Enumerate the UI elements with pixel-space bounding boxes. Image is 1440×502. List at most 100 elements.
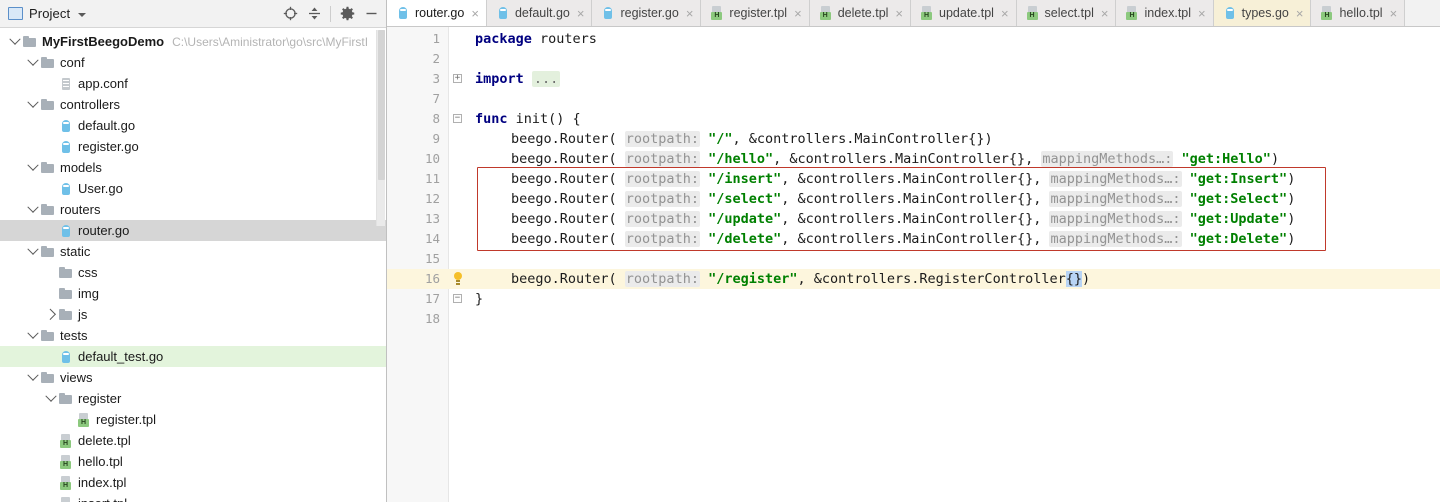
close-icon[interactable]: × xyxy=(895,7,903,20)
tree-item-static[interactable]: static xyxy=(0,241,386,262)
chevron-down-icon[interactable] xyxy=(78,12,87,17)
route-path-string: "/insert" xyxy=(708,171,782,187)
editor-tab-select-tpl[interactable]: select.tpl × xyxy=(1016,0,1117,26)
tree-item-tests[interactable]: tests xyxy=(0,325,386,346)
code-fold-toggle[interactable]: − xyxy=(453,294,462,303)
code-line-12[interactable]: beego.Router( rootpath: "/select", &cont… xyxy=(511,189,1295,209)
collapse-all-icon[interactable] xyxy=(303,3,325,25)
chevron-down-icon[interactable] xyxy=(26,329,40,343)
tree-item-label: default_test.go xyxy=(78,349,164,364)
chevron-down-icon[interactable] xyxy=(26,371,40,385)
tree-item-register-go[interactable]: register.go xyxy=(0,136,386,157)
chevron-down-icon[interactable] xyxy=(8,35,22,49)
tree-item-controllers[interactable]: controllers xyxy=(0,94,386,115)
tree-item-css[interactable]: css xyxy=(0,262,386,283)
editor-tab-register-tpl[interactable]: register.tpl × xyxy=(701,0,810,26)
route-path-string: "/" xyxy=(708,131,733,147)
tree-item-views[interactable]: views xyxy=(0,367,386,388)
scrollbar-thumb[interactable] xyxy=(378,30,385,180)
chevron-down-icon[interactable] xyxy=(26,161,40,175)
folder-icon xyxy=(58,307,74,323)
chevron-right-icon[interactable] xyxy=(44,308,58,322)
code-line-17[interactable]: } xyxy=(475,289,483,309)
tree-item-conf[interactable]: conf xyxy=(0,52,386,73)
tree-item-index-tpl[interactable]: index.tpl xyxy=(0,472,386,493)
tree-item-user-go[interactable]: User.go xyxy=(0,178,386,199)
close-icon[interactable]: × xyxy=(1390,7,1398,20)
project-file-tree[interactable]: MyFirstBeegoDemo C:\Users\Aministrator\go… xyxy=(0,28,386,502)
tab-label: router.go xyxy=(415,6,465,20)
folder-icon xyxy=(40,97,56,113)
code-editor[interactable]: 1 2 3 7 8 9 10 11 12 13 14 15 16 17 18 + − − package rou… xyxy=(387,27,1440,502)
code-line-1[interactable]: package routers xyxy=(475,29,597,49)
chevron-down-icon[interactable] xyxy=(44,392,58,406)
tree-item-insert-tpl[interactable]: insert.tpl xyxy=(0,493,386,502)
tree-item-label: tests xyxy=(60,328,88,343)
chevron-down-icon[interactable] xyxy=(26,245,40,259)
close-icon[interactable]: × xyxy=(577,7,585,20)
code-fold-toggle[interactable]: − xyxy=(453,114,462,123)
tree-item-delete-tpl[interactable]: delete.tpl xyxy=(0,430,386,451)
code-line-8[interactable]: func init() { xyxy=(475,109,581,129)
route-method-string: "get:Update" xyxy=(1189,211,1288,227)
close-icon[interactable]: × xyxy=(686,7,694,20)
editor-tab-router-go[interactable]: router.go × xyxy=(387,0,487,26)
code-folding-column[interactable]: + − − xyxy=(449,27,467,502)
tree-item-img[interactable]: img xyxy=(0,283,386,304)
chevron-down-icon[interactable] xyxy=(26,56,40,70)
editor-tab-types-go[interactable]: types.go × xyxy=(1213,0,1312,26)
code-fold-toggle[interactable]: + xyxy=(453,74,462,83)
line-number: 11 xyxy=(424,171,440,186)
editor-tab-index-tpl[interactable]: index.tpl × xyxy=(1116,0,1214,26)
code-line-13[interactable]: beego.Router( rootpath: "/update", &cont… xyxy=(511,209,1295,229)
close-icon[interactable]: × xyxy=(794,7,802,20)
chevron-down-icon[interactable] xyxy=(26,98,40,112)
tree-item-register[interactable]: register xyxy=(0,388,386,409)
editor-tab-hello-tpl[interactable]: hello.tpl × xyxy=(1311,0,1406,26)
code-line-3[interactable]: import ... xyxy=(475,69,561,89)
project-title-group[interactable]: Project xyxy=(8,6,87,21)
tree-item-js[interactable]: js xyxy=(0,304,386,325)
tpl-file-icon xyxy=(1125,5,1139,21)
tree-item-routers[interactable]: routers xyxy=(0,199,386,220)
close-icon[interactable]: × xyxy=(471,7,479,20)
code-line-10[interactable]: beego.Router( rootpath: "/hello", &contr… xyxy=(511,149,1279,169)
toolbar-divider xyxy=(330,5,331,22)
tree-item-default_test-go[interactable]: default_test.go xyxy=(0,346,386,367)
tree-item-router-go[interactable]: router.go xyxy=(0,220,386,241)
chevron-down-icon[interactable] xyxy=(26,203,40,217)
code-line-16[interactable]: beego.Router( rootpath: "/register", &co… xyxy=(511,269,1090,289)
close-icon[interactable]: × xyxy=(1101,7,1109,20)
editor-tab-delete-tpl[interactable]: delete.tpl × xyxy=(809,0,912,26)
tree-item-default-go[interactable]: default.go xyxy=(0,115,386,136)
line-number: 3 xyxy=(432,71,440,86)
param-hint-mappingmethods: mappingMethods…: xyxy=(1041,151,1174,167)
minimize-icon[interactable] xyxy=(360,3,382,25)
editor-tab-update-tpl[interactable]: update.tpl × xyxy=(911,0,1017,26)
lightbulb-icon[interactable] xyxy=(451,271,465,287)
locate-target-icon[interactable] xyxy=(279,3,301,25)
folder-icon xyxy=(40,202,56,218)
code-line-11[interactable]: beego.Router( rootpath: "/insert", &cont… xyxy=(511,169,1295,189)
close-icon[interactable]: × xyxy=(1198,7,1206,20)
editor-tab-default-go[interactable]: default.go × xyxy=(486,0,593,26)
close-icon[interactable]: × xyxy=(1001,7,1009,20)
tpl-file-icon xyxy=(819,5,833,21)
tab-label: update.tpl xyxy=(939,6,994,20)
editor-tab-register-go[interactable]: register.go × xyxy=(592,0,702,26)
tree-item-app-conf[interactable]: app.conf xyxy=(0,73,386,94)
editor-tabbar[interactable]: router.go×default.go×register.go×registe… xyxy=(387,0,1440,27)
tree-item-models[interactable]: models xyxy=(0,157,386,178)
line-number: 12 xyxy=(424,191,440,206)
conf-icon xyxy=(58,76,74,92)
project-tree-scrollbar[interactable] xyxy=(376,30,385,226)
gear-icon[interactable] xyxy=(336,3,358,25)
tree-item-hello-tpl[interactable]: hello.tpl xyxy=(0,451,386,472)
code-content[interactable]: package routers import ... func init() {be… xyxy=(467,27,1440,502)
tree-item-register-tpl[interactable]: register.tpl xyxy=(0,409,386,430)
close-icon[interactable]: × xyxy=(1296,7,1304,20)
tree-item-myfirstbeegodemo[interactable]: MyFirstBeegoDemo C:\Users\Aministrator\go… xyxy=(0,31,386,52)
code-line-9[interactable]: beego.Router( rootpath: "/", &controller… xyxy=(511,129,993,149)
code-line-14[interactable]: beego.Router( rootpath: "/delete", &cont… xyxy=(511,229,1295,249)
